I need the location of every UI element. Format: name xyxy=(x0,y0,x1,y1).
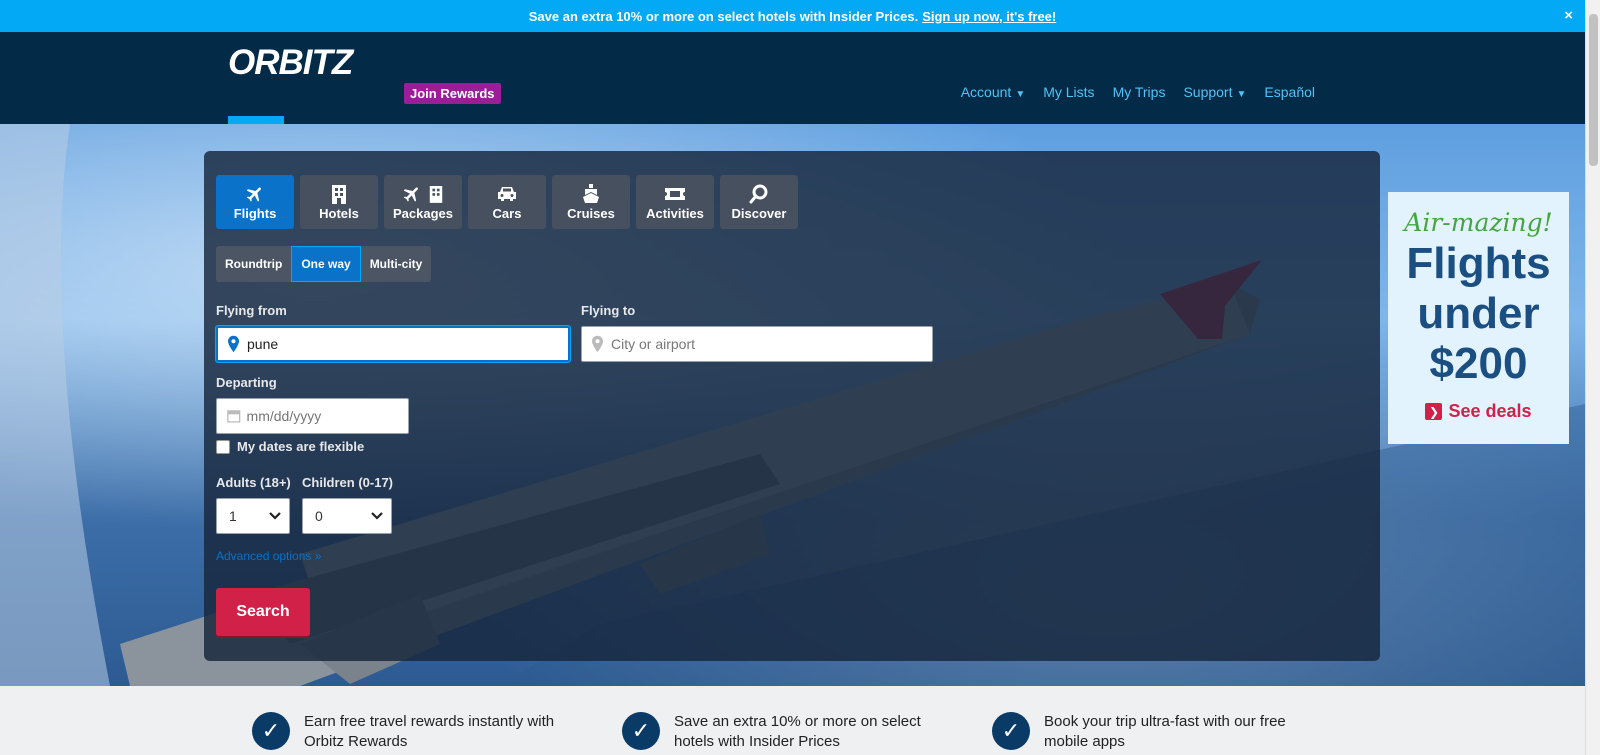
advanced-options-link[interactable]: Advanced options » xyxy=(216,549,321,563)
adults-value: 1 xyxy=(229,508,237,524)
account-label: Account xyxy=(960,84,1012,100)
promo-signup-link[interactable]: Sign up now, it's free! xyxy=(922,9,1056,24)
departing-input[interactable] xyxy=(246,408,408,424)
tab-flights[interactable]: Flights xyxy=(216,175,294,229)
departing-label: Departing xyxy=(216,375,277,390)
promo-text: Save an extra 10% or more on select hote… xyxy=(528,8,919,24)
tab-hotels-label: Hotels xyxy=(319,206,359,221)
benefits-strip: ✓ Earn free travel rewards instantly wit… xyxy=(0,686,1585,755)
ship-icon xyxy=(581,183,601,205)
plane-building-icon xyxy=(402,183,444,205)
benefit-mobile-apps: ✓ Book your trip ultra-fast with our fre… xyxy=(992,712,1324,752)
page-scrollbar[interactable] xyxy=(1585,0,1600,755)
support-label: Support xyxy=(1183,84,1233,100)
join-rewards-button[interactable]: Join Rewards xyxy=(404,83,501,104)
tab-activities-label: Activities xyxy=(646,206,704,221)
flights-deal-ad[interactable]: Air-mazing! Flights under $200 ❯ See dea… xyxy=(1388,192,1569,444)
ad-headline-3: $200 xyxy=(1429,339,1528,388)
tab-hotels[interactable]: Hotels xyxy=(300,175,378,229)
check-icon: ✓ xyxy=(252,712,290,750)
location-pin-icon xyxy=(228,335,239,353)
close-icon[interactable]: × xyxy=(1564,7,1573,24)
children-select[interactable]: 0 xyxy=(302,498,392,534)
adults-select[interactable]: 1 xyxy=(216,498,290,534)
departing-field[interactable] xyxy=(216,398,409,434)
plane-icon xyxy=(244,183,266,205)
flying-from-input[interactable] xyxy=(247,336,568,352)
search-panel: Flights Hotels Packages Cars Cruises Act… xyxy=(204,151,1380,661)
check-icon: ✓ xyxy=(992,712,1030,750)
double-chevron-down-icon: » xyxy=(311,549,322,563)
calendar-icon xyxy=(227,410,241,423)
see-deals-link[interactable]: ❯ See deals xyxy=(1388,401,1569,422)
ad-tagline: Air-mazing! xyxy=(1404,208,1553,237)
flying-to-field[interactable] xyxy=(581,326,933,362)
orbitz-logo[interactable]: ORBITZ xyxy=(228,44,390,80)
trip-type-toggle: Roundtrip One way Multi-city xyxy=(216,246,432,282)
benefit-rewards: ✓ Earn free travel rewards instantly wit… xyxy=(252,712,584,752)
support-menu[interactable]: Support ▼ xyxy=(1183,84,1246,100)
search-icon xyxy=(749,183,769,205)
flying-from-field[interactable] xyxy=(216,326,570,362)
utility-nav: Account ▼ My Lists My Trips Support ▼ Espa… xyxy=(961,84,1315,100)
flying-to-input[interactable] xyxy=(611,336,932,352)
tab-activities[interactable]: Activities xyxy=(636,175,714,229)
ad-headline-1: Flights xyxy=(1406,239,1551,288)
search-button[interactable]: Search xyxy=(216,588,310,636)
advanced-options-label: Advanced options xyxy=(216,549,312,563)
account-menu[interactable]: Account ▼ xyxy=(961,84,1026,100)
arrow-right-icon: ❯ xyxy=(1425,403,1443,420)
product-tabs: Flights Hotels Packages Cars Cruises Act… xyxy=(216,175,798,229)
see-deals-label: See deals xyxy=(1448,401,1532,421)
flying-from-label: Flying from xyxy=(216,303,287,318)
tab-cars-label: Cars xyxy=(492,206,522,221)
tab-cars[interactable]: Cars xyxy=(468,175,546,229)
ticket-icon xyxy=(664,183,686,205)
check-icon: ✓ xyxy=(622,712,660,750)
site-header: ORBITZ Join Rewards Account ▼ My Lists My… xyxy=(0,32,1585,147)
trip-one-way[interactable]: One way xyxy=(291,246,361,282)
flexible-dates-checkbox[interactable] xyxy=(216,439,230,454)
benefit-insider-prices: ✓ Save an extra 10% or more on select ho… xyxy=(622,712,954,752)
flexible-dates-label: My dates are flexible xyxy=(237,439,365,454)
chevron-down-icon xyxy=(269,512,281,520)
location-pin-icon xyxy=(592,335,603,353)
chevron-down-icon: ▼ xyxy=(1236,89,1247,100)
chevron-down-icon xyxy=(371,512,383,520)
tab-discover-label: Discover xyxy=(731,206,787,221)
tab-packages-label: Packages xyxy=(393,206,453,221)
children-label: Children (0-17) xyxy=(302,475,394,490)
logo-text: ORBITZ xyxy=(228,44,355,80)
adults-label: Adults (18+) xyxy=(216,475,291,490)
children-value: 0 xyxy=(315,508,323,524)
trip-roundtrip[interactable]: Roundtrip xyxy=(216,246,292,282)
tab-cruises-label: Cruises xyxy=(567,206,615,221)
tab-flights-label: Flights xyxy=(233,206,277,221)
promo-banner: Save an extra 10% or more on select hote… xyxy=(0,0,1585,32)
tab-cruises[interactable]: Cruises xyxy=(552,175,630,229)
flying-to-label: Flying to xyxy=(581,303,636,318)
trip-multi-city[interactable]: Multi-city xyxy=(360,246,432,282)
my-trips-link[interactable]: My Trips xyxy=(1113,84,1166,100)
tab-discover[interactable]: Discover xyxy=(720,175,798,229)
tab-packages[interactable]: Packages xyxy=(384,175,462,229)
my-lists-link[interactable]: My Lists xyxy=(1043,84,1094,100)
benefit-text: Book your trip ultra-fast with our free … xyxy=(1044,713,1286,750)
flexible-dates-option[interactable]: My dates are flexible xyxy=(216,439,364,454)
car-icon xyxy=(496,183,518,205)
building-icon xyxy=(330,183,348,205)
ad-headline-2: under xyxy=(1417,289,1540,338)
benefit-text: Save an extra 10% or more on select hote… xyxy=(674,713,921,750)
scrollbar-thumb[interactable] xyxy=(1589,14,1598,166)
language-link[interactable]: Español xyxy=(1264,84,1315,100)
chevron-down-icon: ▼ xyxy=(1015,89,1026,100)
benefit-text: Earn free travel rewards instantly with … xyxy=(304,713,555,750)
